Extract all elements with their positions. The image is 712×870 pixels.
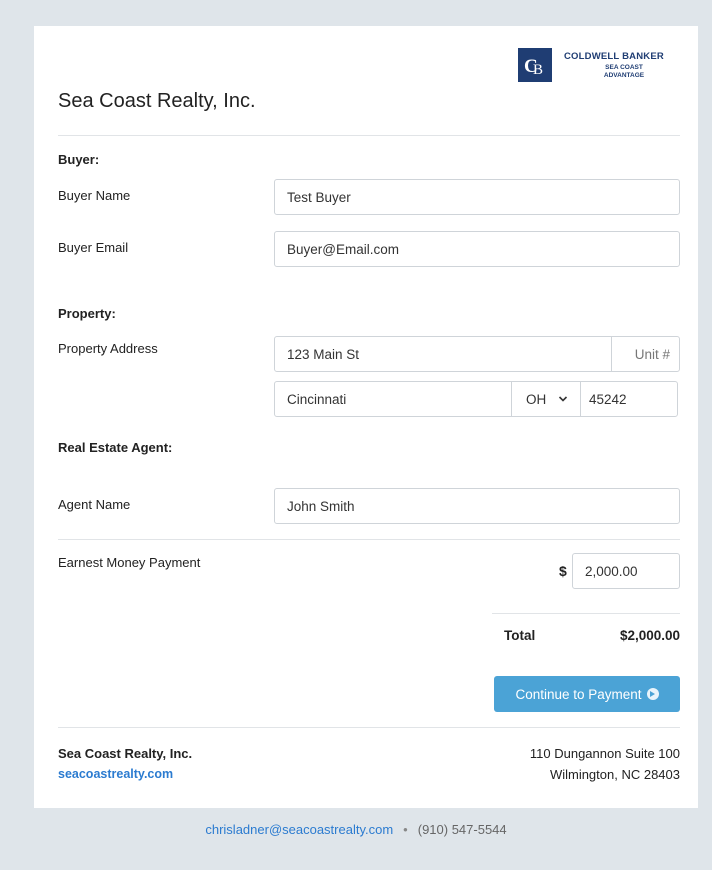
svg-text:B: B (533, 62, 543, 78)
continue-to-payment-button[interactable]: Continue to Payment (494, 676, 680, 712)
buyer-name-value: Test Buyer (287, 189, 351, 205)
state-select[interactable]: OH (512, 382, 580, 416)
logo-sub-text: SEA COAST ADVANTAGE (603, 64, 645, 79)
buyer-name-label: Buyer Name (58, 188, 131, 203)
earnest-amount-value: 2,000.00 (585, 563, 638, 579)
state-value: OH (526, 391, 546, 407)
buyer-email-label: Buyer Email (58, 240, 129, 255)
page-title: Sea Coast Realty, Inc. (58, 90, 256, 112)
street-address-group: 123 Main St Unit # (274, 336, 680, 372)
footer-address-line1: 110 Dungannon Suite 100 (529, 746, 680, 761)
street-value: 123 Main St (287, 346, 360, 362)
divider (58, 539, 680, 540)
zip-value: 45242 (589, 391, 627, 407)
zip-input[interactable]: 45242 (581, 382, 678, 416)
unit-placeholder: Unit # (634, 346, 670, 362)
city-value: Cincinnati (287, 391, 347, 407)
buyer-email-input[interactable]: Buyer@Email.com (274, 231, 680, 267)
property-section-label: Property: (58, 306, 116, 321)
city-state-zip-group: Cincinnati OH 45242 (274, 381, 678, 417)
cb-logo-icon: C B (518, 48, 552, 82)
chevron-down-icon (558, 396, 568, 402)
contact-email-link[interactable]: chrisladner@seacoastrealty.com (205, 822, 393, 837)
unit-input[interactable]: Unit # (612, 337, 680, 371)
agent-section-label: Real Estate Agent: (58, 440, 173, 455)
earnest-amount-input[interactable]: 2,000.00 (572, 553, 680, 589)
total-value: $2,000.00 (619, 628, 680, 643)
agent-name-value: John Smith (287, 498, 355, 514)
buyer-section-label: Buyer: (58, 152, 100, 167)
total-label: Total (504, 628, 536, 643)
contact-bar: chrisladner@seacoastrealty.com • (910) 547… (0, 822, 712, 837)
agent-name-label: Agent Name (58, 497, 131, 512)
earnest-money-label: Earnest Money Payment (58, 555, 201, 570)
footer-company-name: Sea Coast Realty, Inc. (58, 746, 193, 761)
property-address-label: Property Address (58, 341, 158, 356)
logo-brand-text: COLDWELL BANKER (564, 51, 664, 62)
contact-separator: • (403, 822, 408, 837)
continue-button-label: Continue to Payment (515, 686, 642, 702)
buyer-name-input[interactable]: Test Buyer (274, 179, 680, 215)
currency-symbol: $ (559, 563, 567, 579)
arrow-circle-right-icon (646, 688, 659, 700)
checkout-card: C B COLDWELL BANKER SEA COAST ADVANTAGE … (34, 26, 698, 808)
total-divider (492, 613, 680, 614)
buyer-email-value: Buyer@Email.com (287, 241, 399, 257)
street-input[interactable]: 123 Main St (275, 337, 611, 371)
divider (58, 135, 680, 136)
divider (58, 727, 680, 728)
city-input[interactable]: Cincinnati (275, 382, 511, 416)
coldwell-banker-logo: C B COLDWELL BANKER SEA COAST ADVANTAGE (518, 48, 684, 88)
footer-website-link[interactable]: seacoastrealty.com (58, 767, 173, 781)
contact-phone: (910) 547-5544 (417, 822, 507, 837)
footer-address-line2: Wilmington, NC 28403 (549, 767, 680, 782)
agent-name-input[interactable]: John Smith (274, 488, 680, 524)
